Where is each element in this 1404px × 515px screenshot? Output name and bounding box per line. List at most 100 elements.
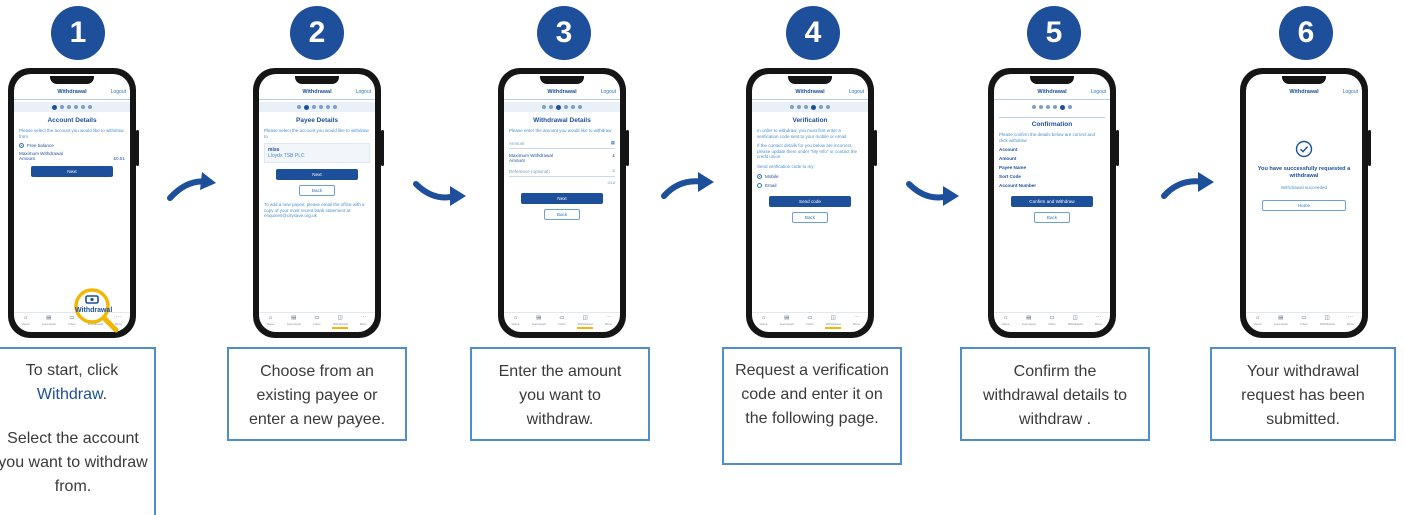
account-option[interactable]: Free balance — [19, 143, 125, 149]
phone-mockup: Withdrawal Logout Confirmation Please co… — [988, 68, 1119, 338]
nav-label: Withdrawal — [332, 322, 348, 326]
progress-dot — [571, 105, 575, 109]
home-button[interactable]: Home — [1261, 200, 1347, 211]
progress-dot — [819, 105, 823, 109]
nav-home[interactable]: ⌂ Home — [263, 315, 279, 326]
radio-selected-icon — [757, 173, 762, 179]
back-button[interactable]: Back — [543, 208, 581, 220]
nav-more[interactable]: ⋯ More — [848, 315, 864, 326]
section-title: Confirmation — [999, 117, 1105, 128]
back-button[interactable]: Back — [1033, 212, 1071, 224]
phone-notch — [1282, 76, 1326, 84]
nav-inbox[interactable]: ▭ Inbox — [554, 315, 570, 326]
success-check-icon — [1295, 140, 1313, 158]
nav-more[interactable]: ⋯ More — [355, 315, 371, 326]
nav-home[interactable]: ⌂ Home — [18, 315, 34, 326]
nav-label: Withdrawal — [825, 322, 841, 326]
logout-link[interactable]: Logout — [601, 89, 616, 95]
progress-dot — [319, 105, 323, 109]
back-button[interactable]: Back — [791, 212, 829, 224]
keyboard-icon: ▦ — [610, 139, 615, 145]
detail-row: Sort Code — [999, 174, 1021, 180]
phone-notch — [1030, 76, 1074, 84]
money-icon: ◫ — [1072, 315, 1078, 321]
progress-dot — [564, 105, 568, 109]
max-withdrawal-label: Maximum Withdrawal Amount — [509, 152, 553, 163]
mobile-option-label: Mobile — [765, 173, 779, 179]
more-icon: ⋯ — [360, 315, 367, 321]
step-caption: Your withdrawal request has been submitt… — [1210, 347, 1396, 441]
nav-more[interactable]: ⋯ More — [1090, 315, 1106, 326]
success-subtitle: Withdrawal succeeded — [1280, 185, 1328, 190]
prompt-text: In order to withdraw, you must first ent… — [757, 128, 848, 139]
magnifier-callout: Withdrawal — [72, 286, 119, 333]
nav-loan-apps[interactable]: ▤ Loan Apps — [286, 315, 302, 326]
detail-row: Account — [999, 147, 1018, 153]
step-number-badge: 2 — [290, 6, 344, 60]
progress-dot — [81, 105, 85, 109]
nav-label: Inbox — [558, 322, 566, 326]
logout-link[interactable]: Logout — [849, 89, 864, 95]
nav-loan-apps[interactable]: ▤ Loan Apps — [531, 315, 547, 326]
phone-screen: Withdrawal Logout You have successfully … — [1246, 74, 1362, 332]
payee-card[interactable]: miss Lloyds TSB PLC — [264, 143, 370, 164]
logout-link[interactable]: Logout — [111, 89, 126, 95]
next-button[interactable]: Next — [275, 169, 359, 181]
nav-inbox[interactable]: ▭ Inbox — [1044, 315, 1060, 326]
bottom-nav: ⌂Home ▤Loan Apps ▭Inbox ◫Withdrawal ⋯Mor… — [1246, 312, 1362, 328]
amount-input[interactable]: Amount ▦ — [509, 138, 615, 149]
detail-row: Account Number — [999, 183, 1037, 189]
logout-link[interactable]: Logout — [356, 89, 371, 95]
step-number-badge: 6 — [1279, 6, 1333, 60]
home-icon: ⌂ — [23, 315, 28, 321]
nav-inbox[interactable]: ▭ Inbox — [1296, 315, 1312, 326]
nav-home[interactable]: ⌂ Home — [1250, 315, 1266, 326]
email-option[interactable]: Email — [757, 183, 863, 189]
inbox-icon: ▭ — [1301, 315, 1307, 321]
mobile-option[interactable]: Mobile — [757, 174, 863, 179]
nav-loan-apps[interactable]: ▤ Loan Apps — [41, 315, 57, 326]
step-caption: Confirm the withdrawal details to withdr… — [960, 347, 1150, 441]
nav-home[interactable]: ⌂ Home — [508, 315, 524, 326]
document-icon: ▤ — [1278, 315, 1284, 321]
max-withdrawal-row: Maximum Withdrawal Amount £0.51 — [19, 151, 125, 161]
instruction-stage: 1 Withdrawal Logout Account Details Plea… — [0, 0, 1404, 515]
nav-loan-apps[interactable]: ▤ Loan Apps — [779, 315, 795, 326]
nav-inbox[interactable]: ▭ Inbox — [802, 315, 818, 326]
phone-mockup: Withdrawal Logout Payee Details Please s… — [253, 68, 384, 338]
nav-loan-apps[interactable]: ▤ Loan Apps — [1273, 315, 1289, 326]
send-to-label: Send verification code to my: — [757, 163, 815, 169]
nav-withdrawal[interactable]: ◫Withdrawal — [1067, 315, 1083, 326]
nav-withdrawal[interactable]: ◫Withdrawal — [825, 315, 842, 329]
screen-body: Verification In order to withdraw, you m… — [757, 114, 863, 228]
nav-withdrawal[interactable]: ◫Withdrawal — [577, 315, 594, 329]
nav-withdrawal[interactable]: ◫Withdrawal — [1319, 315, 1335, 326]
app-header: Withdrawal Logout — [14, 84, 130, 100]
logout-link[interactable]: Logout — [1091, 89, 1106, 95]
nav-inbox[interactable]: ▭ Inbox — [309, 315, 325, 326]
money-icon: ◫ — [830, 315, 836, 321]
nav-home[interactable]: ⌂ Home — [756, 315, 772, 326]
logout-link[interactable]: Logout — [1343, 89, 1358, 95]
next-button[interactable]: Next — [520, 192, 604, 204]
confirm-withdraw-button[interactable]: Confirm and Withdraw — [1010, 196, 1094, 208]
nav-label: Inbox — [1300, 322, 1308, 326]
reference-input[interactable]: Reference (optional) ≡ — [509, 166, 615, 177]
progress-dots — [14, 102, 130, 112]
prompt-text: Please select the account you would like… — [264, 128, 369, 139]
nav-withdrawal[interactable]: ◫Withdrawal — [332, 315, 349, 329]
next-button[interactable]: Next — [30, 166, 114, 178]
money-icon: ◫ — [1324, 315, 1330, 321]
nav-loan-apps[interactable]: ▤ Loan Apps — [1021, 315, 1037, 326]
back-button[interactable]: Back — [298, 185, 336, 197]
nav-more[interactable]: ⋯ More — [1342, 315, 1358, 326]
bottom-nav: ⌂Home ▤Loan Apps ▭Inbox ◫Withdrawal ⋯Mor… — [994, 312, 1110, 328]
nav-more[interactable]: ⋯ More — [600, 315, 616, 326]
nav-home[interactable]: ⌂ Home — [998, 315, 1014, 326]
max-withdrawal-value: £ — [612, 152, 615, 158]
callout-label[interactable]: Withdrawal — [75, 307, 112, 314]
nav-label: Withdrawal — [577, 322, 593, 326]
curved-arrow-icon — [1161, 172, 1214, 199]
send-code-button[interactable]: Send code — [768, 196, 852, 208]
phone-mockup: Withdrawal Logout Verification In order … — [746, 68, 877, 338]
